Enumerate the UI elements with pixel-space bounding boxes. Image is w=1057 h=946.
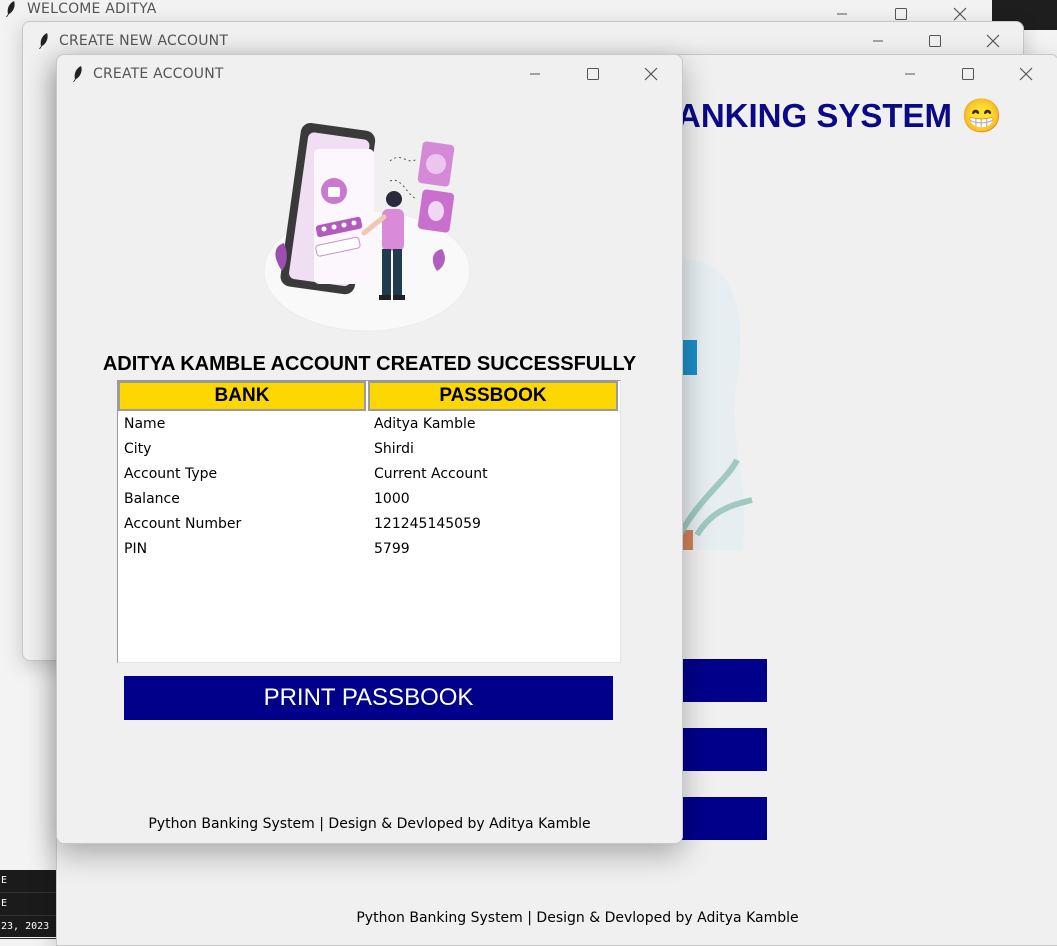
maximize-icon	[929, 35, 941, 47]
row-value: 5799	[374, 540, 410, 557]
taskbar-date: 23, 2023	[0, 916, 60, 939]
close-icon	[644, 67, 658, 81]
minimize-button[interactable]	[887, 59, 933, 89]
maximize-button[interactable]	[945, 59, 991, 89]
maximize-icon	[895, 8, 907, 20]
taskbar-fragment: E E 23, 2023	[0, 870, 60, 939]
row-value: 121245145059	[374, 515, 481, 532]
row-value: Current Account	[374, 465, 488, 482]
table-row[interactable]: Balance 1000	[118, 486, 620, 511]
main-footer: Python Banking System | Design & Devlope…	[356, 910, 799, 926]
taskbar-text: E	[0, 870, 60, 893]
maximize-icon	[962, 68, 974, 80]
table-row[interactable]: PIN 5799	[118, 536, 620, 561]
row-label: Name	[124, 415, 166, 432]
row-label: City	[124, 440, 152, 457]
print-passbook-button[interactable]: PRINT PASSBOOK	[124, 676, 613, 720]
close-icon	[986, 34, 1000, 48]
column-header-passbook[interactable]: PASSBOOK	[368, 381, 618, 411]
table-header: BANK PASSBOOK	[118, 381, 620, 411]
table-row[interactable]: Account Number 121245145059	[118, 511, 620, 536]
column-header-bank[interactable]: BANK	[118, 381, 366, 411]
row-value: Aditya Kamble	[374, 415, 476, 432]
feather-icon	[6, 1, 15, 17]
maximize-button[interactable]	[570, 59, 616, 89]
minimize-button[interactable]	[512, 59, 558, 89]
minimize-icon	[530, 73, 540, 75]
success-message: ADITYA KAMBLE ACCOUNT CREATED SUCCESSFUL…	[102, 353, 637, 375]
close-button[interactable]	[1003, 59, 1049, 89]
app-heading: ANKING SYSTEM 😁	[677, 97, 1003, 134]
minimize-icon	[837, 13, 847, 15]
table-row[interactable]: Name Aditya Kamble	[118, 411, 620, 436]
close-button[interactable]	[628, 59, 674, 89]
row-value: Shirdi	[374, 440, 414, 457]
account-illustration	[263, 122, 471, 332]
table-row[interactable]: Account Type Current Account	[118, 461, 620, 486]
row-label: Balance	[124, 490, 180, 507]
window-title: CREATE ACCOUNT	[93, 66, 224, 82]
close-button[interactable]	[970, 26, 1016, 56]
passbook-table: BANK PASSBOOK Name Aditya Kamble City Sh…	[117, 380, 621, 663]
close-icon	[953, 7, 967, 21]
taskbar-text: E	[0, 893, 60, 916]
minimize-icon	[905, 73, 915, 75]
feather-icon	[39, 33, 48, 49]
row-label: PIN	[124, 540, 148, 557]
minimize-icon	[873, 40, 883, 42]
maximize-button[interactable]	[912, 26, 958, 56]
minimize-button[interactable]	[855, 26, 901, 56]
window-title: CREATE NEW ACCOUNT	[59, 33, 229, 49]
create-account-window: CREATE ACCOUNT ADITYA KAMBLE ACCOUNT CRE…	[56, 54, 683, 844]
window-title: WELCOME ADITYA	[27, 1, 157, 17]
close-icon	[1019, 67, 1033, 81]
table-row[interactable]: City Shirdi	[118, 436, 620, 461]
maximize-icon	[587, 68, 599, 80]
row-label: Account Type	[124, 465, 218, 482]
row-label: Account Number	[124, 515, 242, 532]
row-value: 1000	[374, 490, 410, 507]
feather-icon	[73, 66, 82, 82]
window-footer: Python Banking System | Design & Devlope…	[148, 816, 591, 832]
